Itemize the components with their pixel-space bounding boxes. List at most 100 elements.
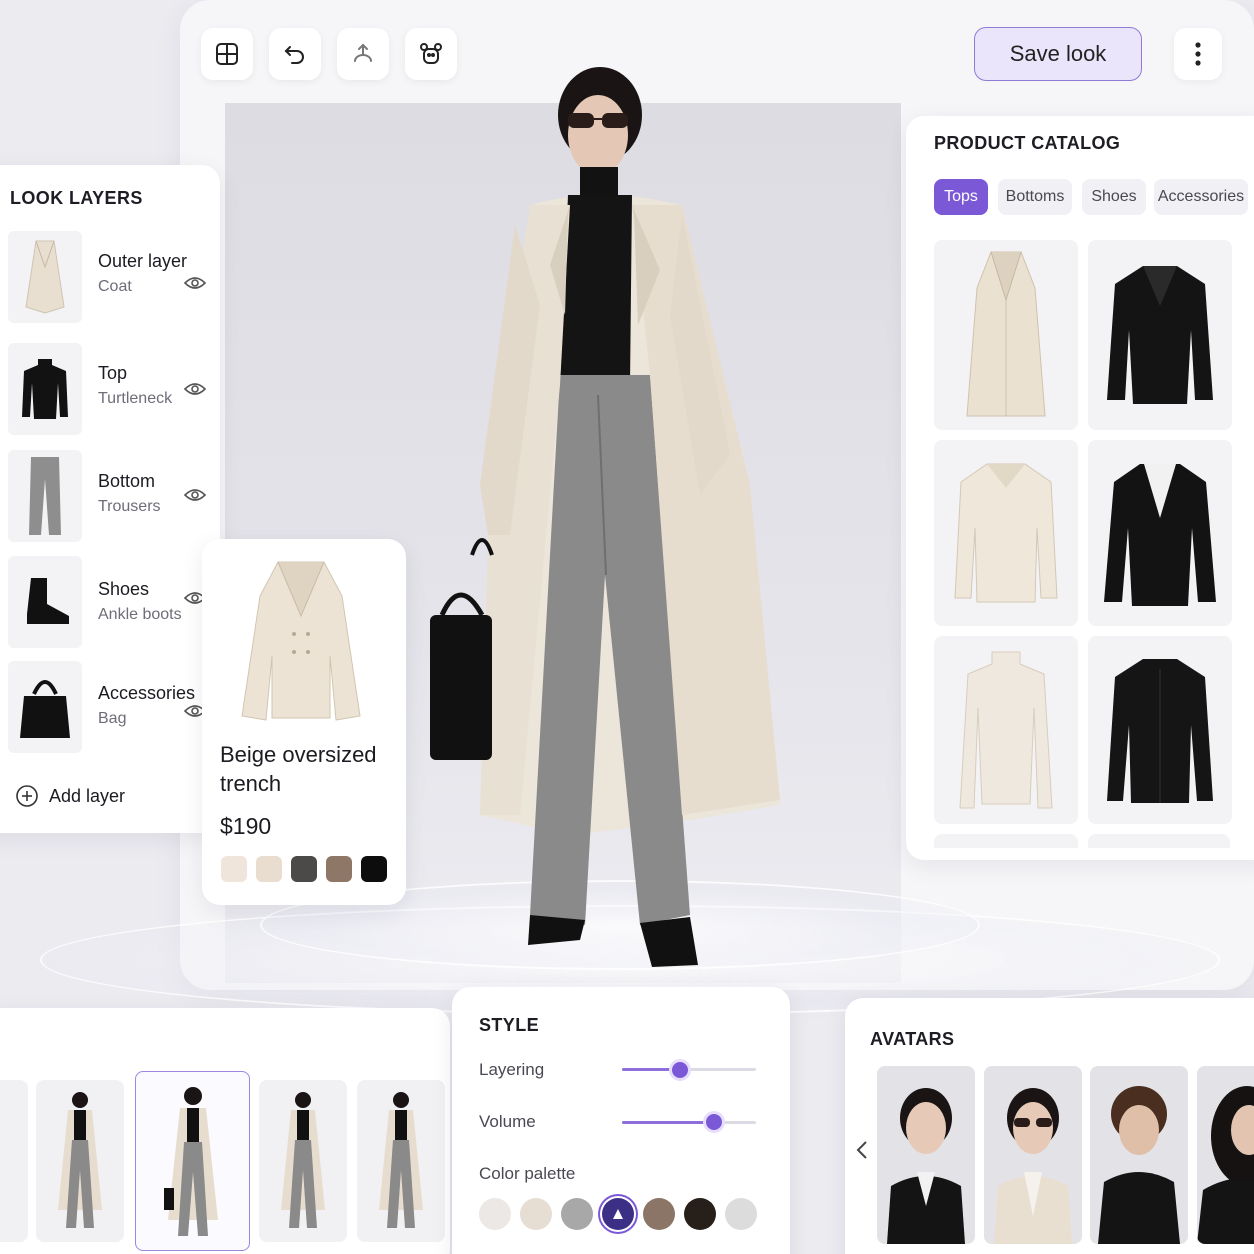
catalog-item-black-blazer[interactable] [1088,440,1232,626]
save-look-button[interactable]: Save look [974,27,1142,81]
avatar-card[interactable] [1197,1066,1254,1244]
color-swatch[interactable] [326,856,352,882]
avatar-portrait [1090,1066,1188,1244]
catalog-item-beige-trench[interactable] [934,240,1078,430]
share-icon [354,43,372,62]
palette-color[interactable] [561,1198,593,1230]
layer-row-top[interactable]: Top Turtleneck [8,343,208,437]
model-figure [430,67,780,967]
layer-thumbnail [8,661,82,753]
tab-accessories[interactable]: Accessories [1154,179,1248,215]
boot-icon [27,578,69,624]
look-variation-thumb[interactable] [36,1080,124,1242]
layer-name: Shoes [98,579,150,599]
layer-name: Bottom [98,471,156,491]
shirt-icon [954,463,1058,603]
layer-subtitle: Ankle boots [98,606,182,623]
trousers-icon [29,457,61,535]
color-swatch[interactable] [291,856,317,882]
avatar-card[interactable] [877,1066,975,1244]
catalog-item-leather-jacket[interactable] [1088,240,1232,430]
layering-slider-knob[interactable] [671,1062,688,1078]
layer-thumbnail [8,450,82,542]
palette-color[interactable] [684,1198,716,1230]
plus-circle-icon [16,785,38,807]
share-button[interactable] [337,28,389,80]
avatar-portrait [1197,1066,1254,1244]
palette-color[interactable] [479,1198,511,1230]
avatar-portrait [984,1066,1082,1244]
layer-row-outer[interactable]: Outer layer Coat [8,231,208,325]
look-variation-thumb[interactable] [357,1080,445,1242]
layer-name: Top [98,363,128,383]
jacket-icon [1107,266,1213,404]
product-swatches [221,856,387,882]
palette-color[interactable] [643,1198,675,1230]
sweater-icon [959,651,1053,809]
layer-name: Outer layer [98,251,188,271]
volume-slider-fill [622,1121,715,1124]
look-variation-thumb[interactable] [259,1080,347,1242]
catalog-item-cream-shirt-jacket[interactable] [934,440,1078,626]
style-title: STYLE [479,1015,540,1035]
avatar-card[interactable] [1090,1066,1188,1244]
catalog-item-cream-knit-sweater[interactable] [934,636,1078,824]
volume-label: Volume [479,1112,536,1131]
product-title: Beige oversized trench [220,740,377,798]
look-layers-title: LOOK LAYERS [10,188,143,208]
color-palette-label: Color palette [479,1164,576,1183]
visibility-eye-icon[interactable] [184,276,206,290]
look-variation-thumb[interactable] [0,1080,28,1242]
undo-icon [284,46,304,64]
mini-model-figure [58,1092,102,1228]
tab-tops[interactable]: Tops [934,179,988,215]
add-layer-button[interactable]: Add layer [15,783,185,809]
layering-label: Layering [479,1060,545,1079]
mini-model-figure [379,1092,423,1228]
product-catalog-title: PRODUCT CATALOG [934,133,1121,153]
coat-icon [966,251,1046,416]
layout-button[interactable] [201,28,253,80]
product-title-line1: Beige oversized [220,742,377,767]
coat-icon [25,240,65,314]
more-icon [1195,42,1201,66]
layer-row-accessories[interactable]: Accessories Bag [8,661,208,755]
layer-subtitle: Trousers [98,498,161,515]
product-image [241,561,361,721]
turtleneck-icon [22,359,68,419]
catalog-item-black-shirt[interactable] [1088,636,1232,824]
more-options-button[interactable] [1174,28,1222,80]
look-variation-thumb-selected[interactable] [135,1071,250,1251]
palette-color[interactable] [520,1198,552,1230]
undo-button[interactable] [269,28,321,80]
bag-icon [20,680,70,738]
layer-row-shoes[interactable]: Shoes Ankle boots [8,556,208,650]
selected-triangle-icon [613,1209,623,1219]
layer-thumbnail [8,231,82,323]
chevron-left-icon[interactable] [855,1140,869,1160]
layer-thumbnail [8,556,82,648]
color-swatch[interactable] [256,856,282,882]
avatar-card[interactable] [984,1066,1082,1244]
palette-color[interactable] [725,1198,757,1230]
layer-subtitle: Turtleneck [98,390,173,407]
layer-subtitle: Coat [98,278,132,295]
palette-color-selected[interactable] [602,1198,634,1230]
shirt-icon [1107,659,1213,803]
tab-bottoms[interactable]: Bottoms [998,179,1072,215]
layering-slider-fill [622,1068,680,1071]
color-swatch[interactable] [221,856,247,882]
visibility-eye-icon[interactable] [184,488,206,502]
product-title-line2: trench [220,771,282,796]
layer-thumbnail [8,343,82,435]
color-palette-row [479,1198,757,1230]
mini-model-figure [164,1087,218,1236]
tab-shoes[interactable]: Shoes [1082,179,1146,215]
layer-row-bottom[interactable]: Bottom Trousers [8,450,208,544]
color-swatch[interactable] [361,856,387,882]
catalog-item-partial [934,834,1078,848]
blazer-icon [1104,464,1216,606]
avatars-title: AVATARS [870,1029,955,1049]
visibility-eye-icon[interactable] [184,382,206,396]
mini-model-figure [281,1092,325,1228]
